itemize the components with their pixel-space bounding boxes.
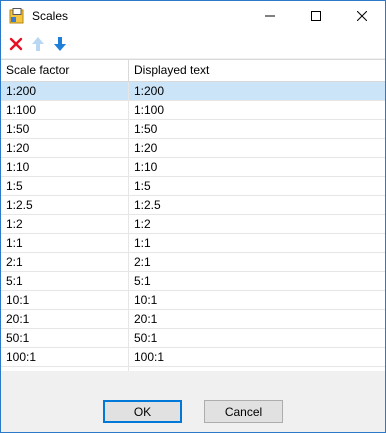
arrow-up-icon xyxy=(31,36,45,55)
table-row[interactable]: 1:10 1:10 xyxy=(1,158,385,177)
scales-dialog: Scales Scale factor Displayed text 1:200… xyxy=(0,0,386,433)
displayed-text-cell[interactable]: 5:1 xyxy=(129,272,385,291)
displayed-text-cell[interactable]: 1:20 xyxy=(129,139,385,158)
close-icon xyxy=(356,10,368,24)
scale-factor-cell[interactable]: 1:2 xyxy=(1,215,129,234)
displayed-text-cell[interactable]: 20:1 xyxy=(129,310,385,329)
table-row[interactable]: 1:20 1:20 xyxy=(1,139,385,158)
scales-table: Scale factor Displayed text 1:200 1:200 1:… xyxy=(1,59,385,372)
scale-factor-cell[interactable]: 100:1 xyxy=(1,348,129,367)
delete-button[interactable] xyxy=(6,35,26,55)
table-header: Scale factor Displayed text xyxy=(1,60,385,82)
title-bar: Scales xyxy=(1,1,385,32)
scale-factor-cell[interactable]: 1:5 xyxy=(1,177,129,196)
cancel-button[interactable]: Cancel xyxy=(204,400,283,423)
table-row[interactable]: 1:100 1:100 xyxy=(1,101,385,120)
displayed-text-cell[interactable]: 1:2.5 xyxy=(129,196,385,215)
table-row[interactable]: 50:1 50:1 xyxy=(1,329,385,348)
table-row[interactable]: 1:2.5 1:2.5 xyxy=(1,196,385,215)
displayed-text-cell[interactable]: 100:1 xyxy=(129,348,385,367)
displayed-text-cell[interactable]: 2:1 xyxy=(129,253,385,272)
table-row[interactable]: 5:1 5:1 xyxy=(1,272,385,291)
displayed-text-cell[interactable]: 10:1 xyxy=(129,291,385,310)
scale-factor-cell[interactable]: 5:1 xyxy=(1,272,129,291)
table-row[interactable]: 1:1 1:1 xyxy=(1,234,385,253)
displayed-text-cell[interactable]: 1:10 xyxy=(129,158,385,177)
table-row[interactable]: 1:2 1:2 xyxy=(1,215,385,234)
scale-factor-cell[interactable]: 1:100 xyxy=(1,101,129,120)
table-row[interactable]: 1:5 1:5 xyxy=(1,177,385,196)
table-row[interactable]: 20:1 20:1 xyxy=(1,310,385,329)
scale-factor-cell[interactable]: 1:50 xyxy=(1,120,129,139)
table-body: 1:200 1:200 1:100 1:100 1:50 1:50 1:20 1:20 1:10… xyxy=(1,82,385,371)
table-row[interactable]: 2:1 2:1 xyxy=(1,253,385,272)
scale-factor-cell[interactable]: 1:200 xyxy=(1,82,129,101)
displayed-text-cell[interactable]: 1:2 xyxy=(129,215,385,234)
move-up-button[interactable] xyxy=(28,35,48,55)
scale-factor-cell[interactable]: 2:1 xyxy=(1,253,129,272)
displayed-text-cell[interactable]: 1:5 xyxy=(129,177,385,196)
scale-factor-cell[interactable]: 1:20 xyxy=(1,139,129,158)
arrow-down-icon xyxy=(53,36,67,55)
scale-factor-cell[interactable]: 20:1 xyxy=(1,310,129,329)
displayed-text-cell[interactable]: 1:100 xyxy=(129,101,385,120)
dialog-footer: OK Cancel xyxy=(1,371,385,432)
table-row[interactable]: 100:1 100:1 xyxy=(1,348,385,367)
displayed-text-cell[interactable]: 1:1 xyxy=(129,234,385,253)
window-title: Scales xyxy=(32,9,69,23)
maximize-button[interactable] xyxy=(293,1,339,32)
column-header-displayed-text[interactable]: Displayed text xyxy=(129,60,385,81)
scales-app-icon xyxy=(9,8,25,24)
scale-factor-cell[interactable]: 1:10 xyxy=(1,158,129,177)
displayed-text-cell[interactable]: 50:1 xyxy=(129,329,385,348)
move-down-button[interactable] xyxy=(50,35,70,55)
table-row[interactable]: 10:1 10:1 xyxy=(1,291,385,310)
table-row[interactable]: 1:200 1:200 xyxy=(1,82,385,101)
delete-x-icon xyxy=(9,37,23,54)
minimize-button[interactable] xyxy=(247,1,293,32)
ok-button[interactable]: OK xyxy=(103,400,182,423)
scale-factor-cell[interactable]: 10:1 xyxy=(1,291,129,310)
column-header-scale-factor[interactable]: Scale factor xyxy=(1,60,129,81)
scale-factor-cell[interactable]: 1:1 xyxy=(1,234,129,253)
minimize-icon xyxy=(265,10,275,24)
table-row[interactable]: 1:50 1:50 xyxy=(1,120,385,139)
maximize-icon xyxy=(311,10,321,24)
scale-factor-cell[interactable]: 1:2.5 xyxy=(1,196,129,215)
close-button[interactable] xyxy=(339,1,385,32)
displayed-text-cell[interactable]: 1:50 xyxy=(129,120,385,139)
scale-factor-cell[interactable]: 50:1 xyxy=(1,329,129,348)
displayed-text-cell[interactable]: 1:200 xyxy=(129,82,385,101)
toolbar xyxy=(1,32,385,58)
